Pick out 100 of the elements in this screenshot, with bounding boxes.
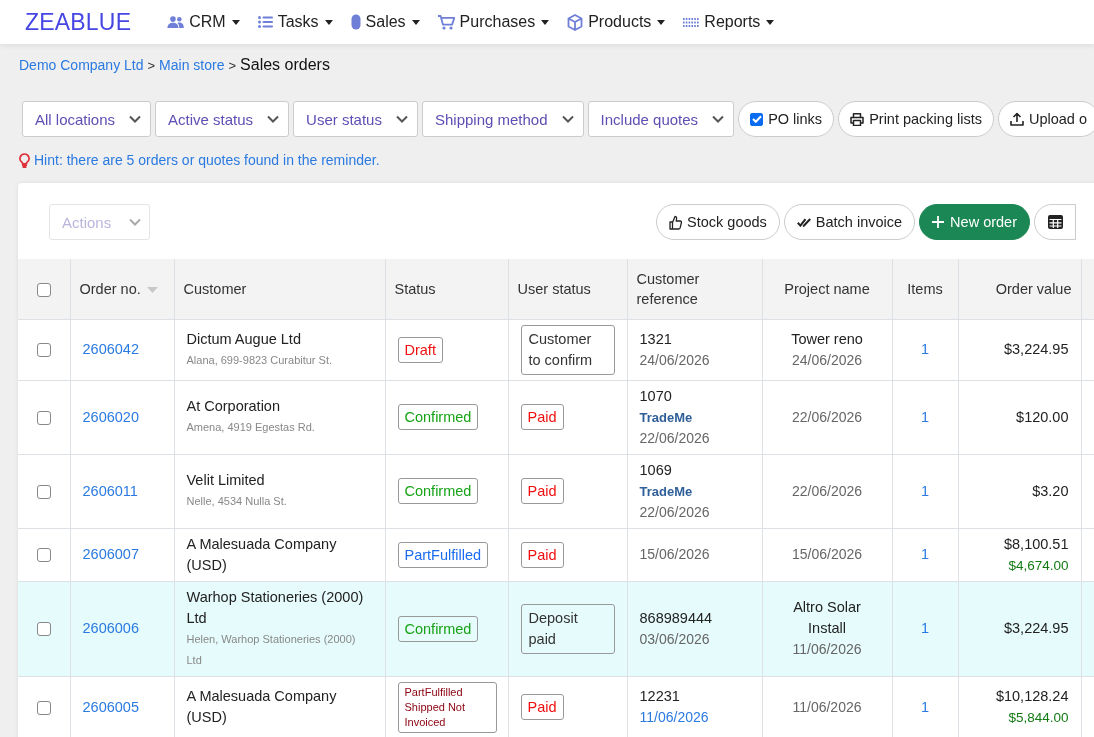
table-row[interactable]: 2606005 A Malesuada Company (USD) PartFulfilled Shipped Not Invoiced Paid 12231 11/06/2026 11/06/2026 1 $10,128.24 $5,844.00 — [18, 676, 1094, 737]
column-header[interactable]: Order value — [958, 259, 1081, 319]
reference-date: 03/06/2026 — [639, 629, 711, 649]
nav-menu[interactable]: Reports — [683, 13, 775, 31]
table-view-button[interactable] — [1034, 204, 1076, 240]
customer-name: A Malesuada Company (USD) — [186, 687, 338, 727]
table-grid-icon — [1048, 215, 1063, 229]
item-count-link[interactable]: 1 — [920, 546, 930, 562]
reference-number: 1321 — [639, 329, 673, 349]
chevron-down-icon — [561, 115, 574, 123]
row-checkbox[interactable] — [36, 622, 51, 637]
filter-button[interactable]: Print packing lists — [838, 101, 994, 137]
select-all-checkbox[interactable] — [36, 282, 51, 297]
reference-number: 1069 — [639, 460, 673, 480]
item-count-link[interactable]: 1 — [920, 482, 930, 499]
double-check-icon — [796, 217, 811, 227]
user-status-badge: Paid — [520, 541, 564, 568]
column-header[interactable]: Order no. — [70, 259, 174, 319]
table-row[interactable]: 2606011 Velit Limited Nelle, 4534 Nulla St. Confirmed Paid 1069 TradeMe 22/06/2026 22/06/2026 1 $3.20 — [18, 454, 1094, 528]
nav-menu[interactable]: Tasks — [257, 13, 333, 31]
po-links-toggle[interactable]: PO links — [738, 101, 835, 137]
nav-menu[interactable]: Products — [567, 13, 666, 31]
nav-menu[interactable]: CRM — [167, 13, 240, 31]
filter-select[interactable]: Include quotes — [587, 101, 735, 137]
status-badge: PartFulfilled Shipped Not Invoiced — [397, 681, 497, 733]
filter-select[interactable]: Shipping method — [421, 101, 584, 137]
breadcrumb-separator: > — [228, 58, 237, 73]
nav-menu[interactable]: Sales — [350, 13, 420, 31]
table-row[interactable]: 2606007 A Malesuada Company (USD) PartFulfilled Paid 15/06/2026 15/06/2026 1 $8,100.51 $4,674.00 — [18, 528, 1094, 581]
reference-number: 1070 — [639, 386, 673, 406]
table-row[interactable]: 2606042 Dictum Augue Ltd Alana, 699-9823 Curabitur St. Draft Customer to confirm 1321 24/06/2026 Tower reno 24/06/2026 1 $3,224.95 — [18, 319, 1094, 380]
project-date: 11/06/2026 — [791, 697, 863, 717]
table-row[interactable]: 2606020 At Corporation Amena, 4919 Egestas Rd. Confirmed Paid 1070 TradeMe 22/06/2026 22/06/2026 1 $120.00 — [18, 380, 1094, 454]
filter-button[interactable]: Upload o — [997, 101, 1094, 137]
reference-number: 868989444 — [639, 608, 714, 628]
order-number-link[interactable]: 2606007 — [82, 546, 139, 562]
customer-contact: Alana, 699-9823 Curabitur St. — [186, 352, 334, 368]
order-value: $3.20 — [1031, 481, 1069, 501]
chevron-down-icon — [267, 115, 280, 123]
item-count-link[interactable]: 1 — [920, 698, 930, 715]
column-header[interactable]: User status — [508, 259, 627, 319]
project-date: 22/06/2026 — [790, 407, 864, 427]
filter-select[interactable]: All locations — [22, 101, 152, 137]
sort-arrow-icon — [146, 286, 158, 293]
order-value: $3,224.95 — [1003, 619, 1069, 638]
chevron-down-icon — [129, 218, 142, 226]
order-number-link[interactable]: 2606020 — [82, 408, 139, 425]
item-count-link[interactable]: 1 — [920, 620, 930, 636]
row-checkbox[interactable] — [36, 548, 51, 563]
brand-logo[interactable]: ZEABLUE — [25, 8, 132, 36]
customer-contact: Nelle, 4534 Nulla St. — [186, 494, 288, 509]
breadcrumb-link[interactable]: Main store — [159, 57, 225, 73]
cart-icon — [437, 14, 455, 30]
nav-menu[interactable]: Purchases — [437, 13, 550, 31]
order-number-link[interactable]: 2606042 — [82, 341, 139, 357]
filter-select[interactable]: User status — [293, 101, 418, 137]
caret-icon — [231, 19, 240, 25]
filter-select[interactable]: Active status — [155, 101, 290, 137]
customer-name: Warhop Stationeries (2000) Ltd — [186, 587, 365, 628]
upload-icon — [1009, 112, 1024, 126]
row-checkbox[interactable] — [36, 343, 51, 358]
toolbar-button[interactable]: Batch invoice — [783, 204, 916, 240]
item-count-link[interactable]: 1 — [920, 408, 930, 425]
source-tag: TradeMe — [639, 480, 750, 502]
row-checkbox[interactable] — [36, 410, 51, 425]
source-tag: TradeMe — [639, 406, 750, 428]
caret-icon — [411, 19, 420, 25]
column-header[interactable]: Customer reference — [627, 259, 762, 319]
project-date: 11/06/2026 — [791, 640, 863, 659]
cube-icon — [567, 13, 584, 31]
status-badge: Confirmed — [397, 615, 479, 642]
dotted-grid-icon — [683, 17, 700, 27]
user-status-badge: Customer to confirm — [520, 324, 615, 375]
reference-date: 15/06/2026 — [639, 545, 711, 564]
order-number-link[interactable]: 2606006 — [82, 620, 139, 636]
new-order-button[interactable]: New order — [919, 204, 1030, 240]
row-checkbox[interactable] — [36, 484, 51, 499]
item-count-link[interactable]: 1 — [920, 341, 930, 357]
column-header[interactable]: Customer — [174, 259, 385, 319]
checkbox[interactable] — [750, 112, 764, 126]
reference-date-link[interactable]: 11/06/2026 — [639, 707, 750, 728]
customer-name: Velit Limited — [186, 471, 266, 490]
column-header[interactable]: Status — [385, 259, 508, 319]
order-number-link[interactable]: 2606011 — [82, 482, 138, 499]
column-header[interactable]: Items — [892, 259, 958, 319]
project-date: 15/06/2026 — [790, 545, 864, 564]
secondary-amount: $4,674.00 — [1007, 556, 1069, 575]
customer-contact: Helen, Warhop Stationeries (2000) Ltd — [186, 631, 357, 668]
list-icon — [257, 16, 273, 28]
page-title: Sales orders — [240, 56, 330, 74]
table-row[interactable]: 2606006 Warhop Stationeries (2000) Ltd Helen, Warhop Stationeries (2000) Ltd Confirmed Deposit paid 868989444 03/06/2026 Altro Solar Install 11/06/2026 1 $3,224.95 — [18, 581, 1094, 676]
order-value: $8,100.51 — [1003, 534, 1069, 554]
user-status-badge: Paid — [520, 694, 564, 720]
order-number-link[interactable]: 2606005 — [82, 698, 139, 715]
toolbar-button[interactable]: Stock goods — [656, 204, 780, 240]
row-checkbox[interactable] — [36, 700, 51, 715]
chevron-down-icon — [712, 115, 725, 123]
breadcrumb-link[interactable]: Demo Company Ltd — [19, 57, 144, 73]
column-header[interactable]: Project name — [762, 259, 892, 319]
secondary-amount: $5,844.00 — [1007, 709, 1069, 727]
